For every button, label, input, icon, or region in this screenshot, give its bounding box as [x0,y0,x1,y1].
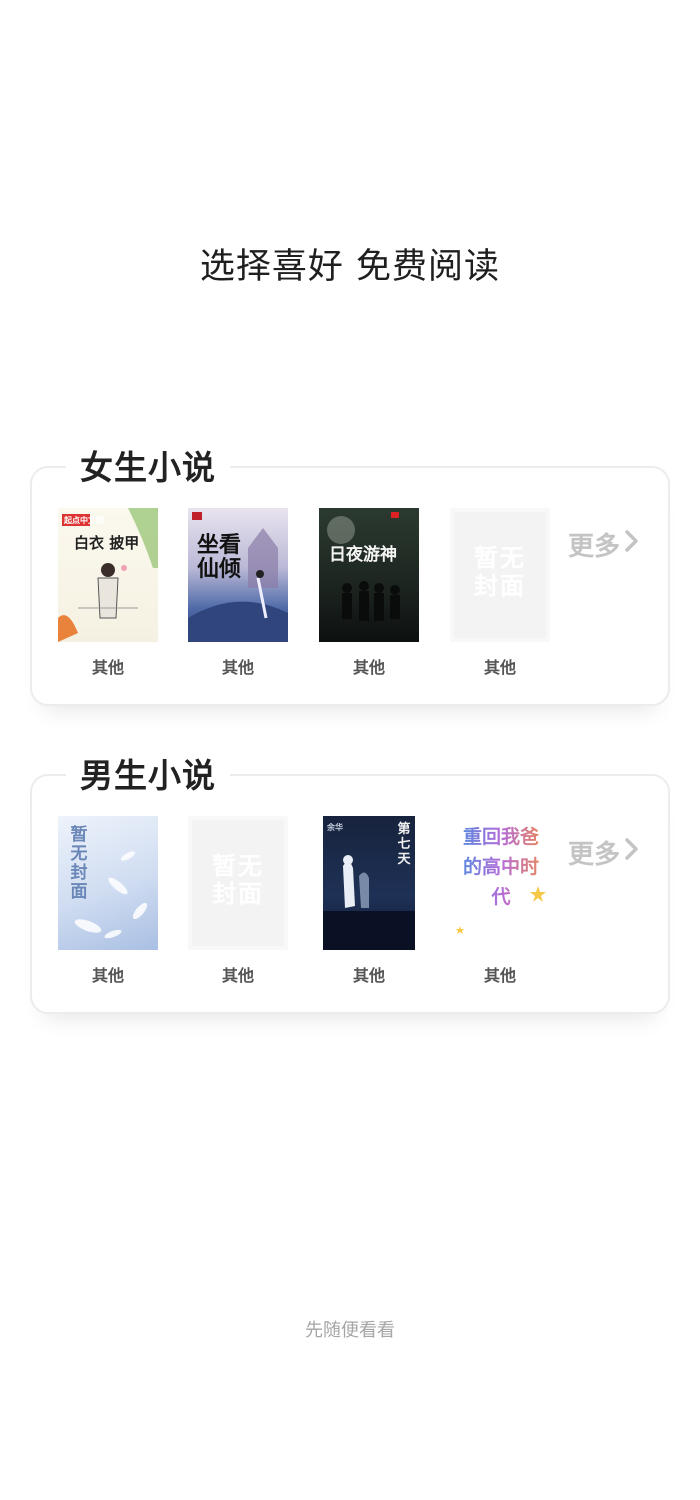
cover-title: 日夜游神 [329,545,397,565]
cover-author: 余华 [327,823,343,832]
more-link[interactable]: 更多 [568,526,640,563]
cover-title: 坐看仙倾 [196,533,241,582]
book-item[interactable]: 暂无封面 其他 [450,508,550,678]
chevron-right-icon [624,837,640,868]
book-label: 其他 [483,966,516,985]
placeholder-text: 暂无封面 [474,544,526,600]
book-label: 其他 [221,658,254,677]
cover-title: 第七天 [397,822,411,867]
book-label: 其他 [352,658,385,677]
book-cover[interactable]: 余华 第七天 [323,816,415,950]
more-label: 更多 [568,532,621,562]
book-item[interactable]: 日夜游神 其他 [319,508,419,678]
chevron-right-icon [624,529,640,560]
book-cover[interactable]: 暂无封面 [58,816,158,950]
more-label: 更多 [568,840,621,870]
book-item[interactable]: 余华 第七天 其他 [319,816,419,986]
book-item[interactable]: 重回我爸的高中时代 其他 [450,816,550,986]
book-cover-placeholder[interactable]: 暂无封面 [450,508,550,642]
book-item[interactable]: 起点中文网 白衣 披甲 其他 [58,508,158,678]
book-cover[interactable]: 日夜游神 [319,508,419,642]
cover-title: 重回我爸的高中时代 [454,822,548,912]
book-cover-placeholder[interactable]: 暂无封面 [188,816,288,950]
book-cover[interactable]: 重回我爸的高中时代 [450,816,550,950]
book-label: 其他 [483,658,516,677]
placeholder-text: 暂无封面 [212,852,264,908]
book-cover[interactable]: 起点中文网 白衣 披甲 [58,508,158,642]
cover-title: 暂无封面 [70,825,88,902]
book-label: 其他 [221,966,254,985]
skip-button[interactable]: 先随便看看 [0,1316,700,1342]
book-item[interactable]: 暂无封面 其他 [58,816,158,986]
book-cover[interactable]: 坐看仙倾 [188,508,288,642]
book-label: 其他 [91,658,124,677]
book-label: 其他 [352,966,385,985]
more-link[interactable]: 更多 [568,834,640,871]
book-item[interactable]: 坐看仙倾 其他 [188,508,288,678]
section-title: 男生小说 [66,754,230,798]
cover-badge: 起点中文网 [64,516,104,525]
section-female-novels: 女生小说 起点中文网 白衣 披甲 其他 坐看仙倾 其他 日夜游神 其他 暂无封面… [30,446,670,706]
section-male-novels: 男生小说 暂无封面 其他 暂无封面 其他 余华 第七天 其他 重回我爸的高中时代… [30,754,670,1014]
book-item[interactable]: 暂无封面 其他 [188,816,288,986]
page-title: 选择喜好 免费阅读 [199,247,501,287]
cover-title: 白衣 披甲 [74,534,140,552]
book-label: 其他 [91,966,124,985]
section-title: 女生小说 [66,446,230,490]
